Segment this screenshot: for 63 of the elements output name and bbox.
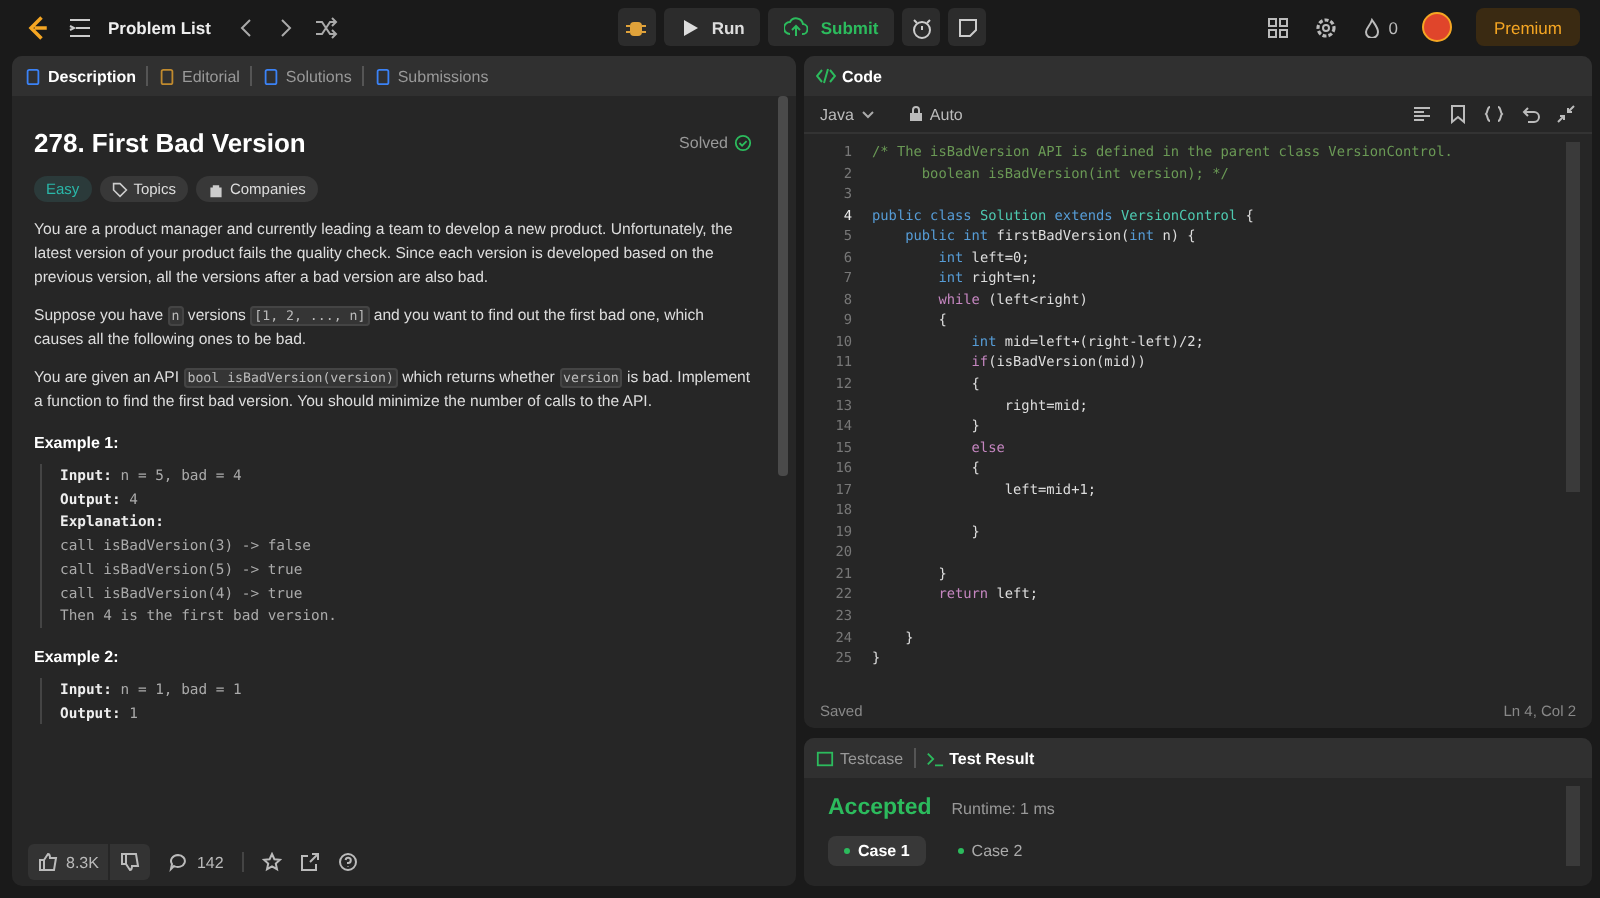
panel-tab[interactable]: Submissions	[373, 67, 489, 85]
panel-tab[interactable]: Test Result	[925, 749, 1035, 767]
panel-tab[interactable]: Description	[24, 67, 137, 85]
braces-icon[interactable]	[1484, 104, 1504, 124]
checkbox-icon	[816, 749, 834, 767]
code-icon	[816, 66, 836, 86]
share-icon[interactable]	[299, 852, 320, 872]
comment-icon	[168, 852, 189, 872]
problem-list-link[interactable]: Problem List	[108, 17, 211, 37]
settings-icon[interactable]	[1314, 15, 1339, 39]
runtime-text: Runtime: 1 ms	[951, 800, 1055, 818]
example-title: Example 1:	[34, 434, 121, 452]
tab-icon	[261, 67, 280, 85]
panel-tab[interactable]: Solutions	[261, 67, 352, 85]
layout-icon[interactable]	[1266, 15, 1291, 39]
avatar[interactable]	[1421, 12, 1452, 42]
panel-tab[interactable]: Testcase	[816, 749, 904, 767]
premium-button[interactable]: Premium	[1475, 8, 1580, 46]
scrollbar[interactable]	[778, 96, 788, 476]
thumbs-up-icon	[38, 852, 58, 872]
drop-icon	[1362, 17, 1383, 37]
case-tab[interactable]: Case 2	[941, 836, 1039, 866]
submit-button[interactable]: Submit	[768, 8, 895, 46]
shuffle-icon[interactable]	[314, 15, 339, 39]
code-tab[interactable]: Code	[816, 66, 882, 86]
like-button[interactable]: 8.3K	[28, 844, 109, 880]
verdict-text: Accepted	[828, 796, 932, 820]
tab-icon	[373, 67, 392, 85]
star-icon[interactable]	[261, 852, 282, 872]
alarm-clock-icon	[909, 15, 934, 39]
auto-mode-toggle[interactable]: Auto	[907, 105, 963, 123]
note-icon	[955, 15, 980, 39]
case-tab[interactable]: Case 1	[828, 836, 926, 866]
check-circle-icon	[734, 134, 752, 152]
terminal-icon	[925, 749, 944, 767]
reset-icon[interactable]	[1520, 104, 1540, 124]
thumbs-down-icon	[120, 852, 141, 872]
timer-button[interactable]	[902, 8, 941, 46]
bookmark-icon[interactable]	[1448, 104, 1468, 124]
lock-icon	[907, 106, 924, 122]
list-icon	[68, 15, 92, 39]
notes-button[interactable]	[948, 8, 987, 46]
help-icon[interactable]	[337, 852, 358, 872]
caret-icon	[859, 106, 876, 122]
comments-button[interactable]: 142	[168, 852, 224, 872]
solved-status: Solved	[679, 134, 752, 152]
lock-icon	[207, 181, 224, 197]
collapse-icon[interactable]	[1556, 104, 1576, 124]
run-button[interactable]: Run	[663, 8, 761, 46]
cloud-upload-icon	[784, 15, 809, 39]
logo-icon[interactable]	[24, 13, 52, 41]
problem-title: 278. First Bad Version	[34, 128, 306, 158]
tag-icon	[111, 181, 128, 197]
panel-tab[interactable]: Editorial	[158, 67, 240, 85]
debug-button[interactable]	[617, 8, 656, 46]
example-title: Example 2:	[34, 647, 121, 666]
tab-icon	[24, 67, 42, 85]
tab-icon	[158, 67, 177, 85]
format-icon[interactable]	[1412, 104, 1432, 124]
language-dropdown[interactable]: Java	[820, 105, 876, 123]
play-icon	[679, 17, 700, 37]
streak-counter[interactable]: 0	[1362, 17, 1398, 37]
dislike-button[interactable]	[110, 844, 151, 880]
